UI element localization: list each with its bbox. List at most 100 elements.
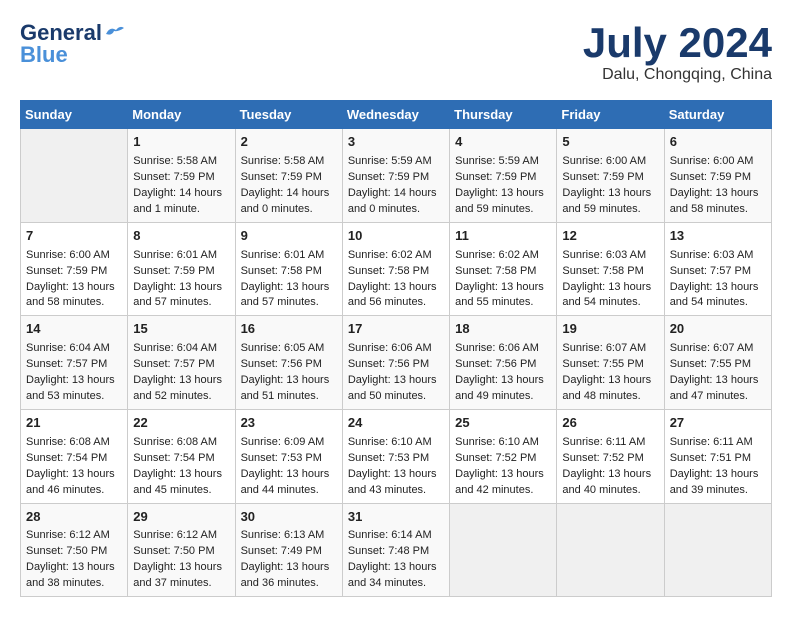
day-number: 23 [241, 414, 337, 433]
calendar-cell: 28Sunrise: 6:12 AMSunset: 7:50 PMDayligh… [21, 503, 128, 597]
sunrise-label: Sunrise: 6:04 AM [26, 342, 110, 354]
daylight-label: Daylight: 13 hours and 48 minutes. [562, 374, 651, 402]
calendar-cell: 7Sunrise: 6:00 AMSunset: 7:59 PMDaylight… [21, 222, 128, 316]
sunrise-label: Sunrise: 5:58 AM [241, 155, 325, 167]
sunrise-label: Sunrise: 6:11 AM [562, 436, 645, 448]
sunset-label: Sunset: 7:55 PM [562, 358, 643, 370]
calendar-cell: 11Sunrise: 6:02 AMSunset: 7:58 PMDayligh… [450, 222, 557, 316]
calendar-cell: 20Sunrise: 6:07 AMSunset: 7:55 PMDayligh… [664, 316, 771, 410]
daylight-label: Daylight: 13 hours and 49 minutes. [455, 374, 544, 402]
sunrise-label: Sunrise: 6:07 AM [562, 342, 646, 354]
sunrise-label: Sunrise: 6:01 AM [133, 249, 217, 261]
sunset-label: Sunset: 7:56 PM [455, 358, 536, 370]
month-title: July 2024 [583, 20, 772, 66]
page-header: General Blue July 2024 Dalu, Chongqing, … [20, 20, 772, 84]
daylight-label: Daylight: 13 hours and 58 minutes. [26, 281, 115, 309]
weekday-header-tuesday: Tuesday [235, 101, 342, 129]
sunrise-label: Sunrise: 6:10 AM [455, 436, 539, 448]
calendar-table: SundayMondayTuesdayWednesdayThursdayFrid… [20, 100, 772, 597]
day-number: 11 [455, 227, 551, 246]
sunrise-label: Sunrise: 6:10 AM [348, 436, 432, 448]
sunrise-label: Sunrise: 6:00 AM [562, 155, 646, 167]
day-number: 27 [670, 414, 766, 433]
sunrise-label: Sunrise: 6:12 AM [133, 529, 217, 541]
calendar-cell: 21Sunrise: 6:08 AMSunset: 7:54 PMDayligh… [21, 409, 128, 503]
day-number: 6 [670, 133, 766, 152]
daylight-label: Daylight: 13 hours and 57 minutes. [241, 281, 330, 309]
sunset-label: Sunset: 7:59 PM [562, 171, 643, 183]
calendar-cell: 23Sunrise: 6:09 AMSunset: 7:53 PMDayligh… [235, 409, 342, 503]
sunset-label: Sunset: 7:56 PM [241, 358, 322, 370]
calendar-cell [664, 503, 771, 597]
weekday-header-wednesday: Wednesday [342, 101, 449, 129]
day-number: 5 [562, 133, 658, 152]
sunset-label: Sunset: 7:57 PM [26, 358, 107, 370]
daylight-label: Daylight: 13 hours and 55 minutes. [455, 281, 544, 309]
sunset-label: Sunset: 7:59 PM [670, 171, 751, 183]
day-number: 28 [26, 508, 122, 527]
sunrise-label: Sunrise: 6:09 AM [241, 436, 325, 448]
daylight-label: Daylight: 14 hours and 0 minutes. [241, 187, 330, 215]
daylight-label: Daylight: 14 hours and 0 minutes. [348, 187, 437, 215]
daylight-label: Daylight: 13 hours and 59 minutes. [562, 187, 651, 215]
weekday-header-friday: Friday [557, 101, 664, 129]
sunrise-label: Sunrise: 6:00 AM [26, 249, 110, 261]
day-number: 16 [241, 320, 337, 339]
day-number: 9 [241, 227, 337, 246]
daylight-label: Daylight: 13 hours and 45 minutes. [133, 468, 222, 496]
sunset-label: Sunset: 7:57 PM [133, 358, 214, 370]
sunrise-label: Sunrise: 6:03 AM [670, 249, 754, 261]
day-number: 12 [562, 227, 658, 246]
day-number: 13 [670, 227, 766, 246]
week-row-5: 28 Sunrise: 6:12 AM Sunset: 7:50 PM Dayligh… [21, 503, 772, 597]
sunrise-label: Sunrise: 6:02 AM [348, 249, 432, 261]
sunset-label: Sunset: 7:52 PM [562, 452, 643, 464]
day-number: 30 [241, 508, 337, 527]
sunset-label: Sunset: 7:48 PM [348, 545, 429, 557]
title-block: July 2024 Dalu, Chongqing, China [583, 20, 772, 84]
day-number: 10 [348, 227, 444, 246]
day-number: 7 [26, 227, 122, 246]
sunrise-label: Sunrise: 6:13 AM [241, 529, 325, 541]
logo-blue: Blue [20, 46, 68, 64]
sunrise-label: Sunrise: 6:02 AM [455, 249, 539, 261]
calendar-cell: 1Sunrise: 5:58 AMSunset: 7:59 PMDaylight… [128, 129, 235, 223]
calendar-cell: 29Sunrise: 6:12 AMSunset: 7:50 PMDayligh… [128, 503, 235, 597]
daylight-label: Daylight: 13 hours and 36 minutes. [241, 561, 330, 589]
daylight-label: Daylight: 13 hours and 47 minutes. [670, 374, 759, 402]
sunset-label: Sunset: 7:59 PM [133, 171, 214, 183]
sunset-label: Sunset: 7:59 PM [455, 171, 536, 183]
sunrise-label: Sunrise: 6:08 AM [133, 436, 217, 448]
sunset-label: Sunset: 7:49 PM [241, 545, 322, 557]
sunset-label: Sunset: 7:52 PM [455, 452, 536, 464]
week-row-3: 14Sunrise: 6:04 AMSunset: 7:57 PMDayligh… [21, 316, 772, 410]
day-number: 8 [133, 227, 229, 246]
calendar-cell: 27Sunrise: 6:11 AMSunset: 7:51 PMDayligh… [664, 409, 771, 503]
sunset-label: Sunset: 7:53 PM [348, 452, 429, 464]
daylight-label: Daylight: 13 hours and 39 minutes. [670, 468, 759, 496]
weekday-header-saturday: Saturday [664, 101, 771, 129]
daylight-label: Daylight: 13 hours and 43 minutes. [348, 468, 437, 496]
daylight-label: Daylight: 13 hours and 51 minutes. [241, 374, 330, 402]
sunset-label: Sunset: 7:56 PM [348, 358, 429, 370]
logo-bird-icon [104, 24, 126, 42]
sunset-label: Sunset: 7:50 PM [133, 545, 214, 557]
calendar-cell [21, 129, 128, 223]
day-number: 2 [241, 133, 337, 152]
daylight-label: Daylight: 13 hours and 34 minutes. [348, 561, 437, 589]
sunrise-label: Sunrise: 6:06 AM [455, 342, 539, 354]
sunrise-label: Sunrise: 6:08 AM [26, 436, 110, 448]
calendar-cell [557, 503, 664, 597]
daylight-label: Daylight: 13 hours and 58 minutes. [670, 187, 759, 215]
calendar-body: 1 Sunrise: 5:58 AM Sunset: 7:59 PM Daylight… [21, 129, 772, 597]
day-number: 22 [133, 414, 229, 433]
sunset-label: Sunset: 7:59 PM [133, 265, 214, 277]
day-number: 1 [133, 133, 229, 152]
daylight-label: Daylight: 13 hours and 57 minutes. [133, 281, 222, 309]
sunrise-label: Sunrise: 6:05 AM [241, 342, 325, 354]
calendar-cell: 5 Sunrise: 6:00 AM Sunset: 7:59 PM Daylight… [557, 129, 664, 223]
sunset-label: Sunset: 7:51 PM [670, 452, 751, 464]
daylight-label: Daylight: 13 hours and 40 minutes. [562, 468, 651, 496]
calendar-cell: 8 Sunrise: 6:01 AM Sunset: 7:59 PM Daylight… [128, 222, 235, 316]
daylight-label: Daylight: 13 hours and 46 minutes. [26, 468, 115, 496]
